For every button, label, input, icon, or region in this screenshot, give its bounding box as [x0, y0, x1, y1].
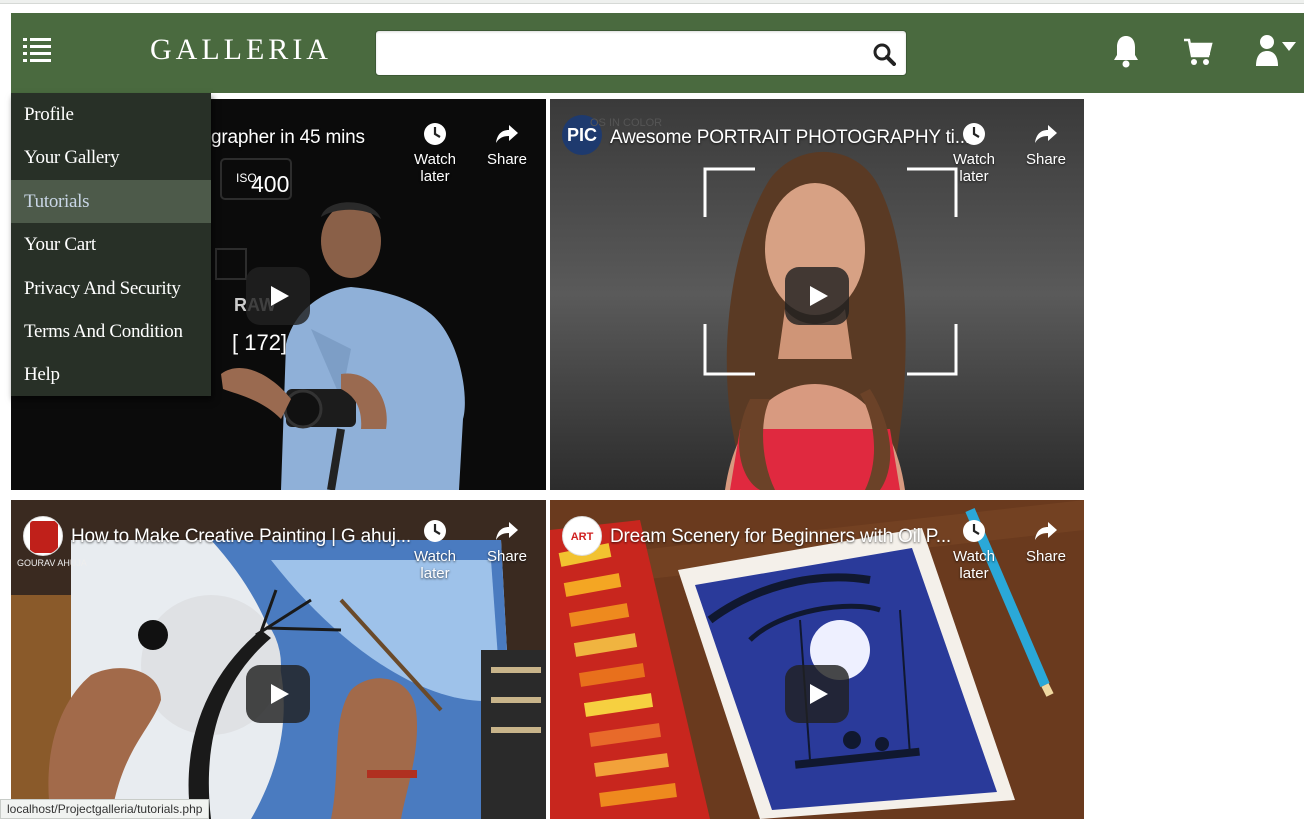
play-button[interactable] [246, 665, 310, 723]
share-button[interactable]: Share [1011, 121, 1081, 168]
play-button[interactable] [785, 665, 849, 723]
share-label: Share [1025, 548, 1067, 565]
menu-item-tutorials[interactable]: Tutorials [11, 179, 211, 224]
share-icon [496, 125, 518, 143]
user-icon[interactable] [1255, 33, 1281, 69]
clock-icon [424, 520, 446, 542]
watch-later-button[interactable]: Watch later [939, 518, 1009, 582]
channel-logo-icon [30, 521, 58, 553]
brand-logo[interactable]: GALLERIA [150, 33, 332, 67]
iso-value: 400 [251, 171, 290, 197]
video-title[interactable]: How to Make Creative Painting | G ahuj..… [71, 526, 411, 548]
share-label: Share [1025, 151, 1067, 168]
search-bar [375, 30, 907, 76]
browser-top-border [0, 0, 1304, 4]
share-button[interactable]: Share [472, 518, 542, 565]
share-label: Share [486, 548, 528, 565]
cart-icon[interactable] [1183, 37, 1213, 67]
watch-later-label: Watch later [414, 548, 456, 582]
menu-item-your-gallery[interactable]: Your Gallery [11, 136, 211, 179]
watch-later-label: Watch later [414, 151, 456, 185]
channel-avatar[interactable] [23, 516, 63, 556]
video-card[interactable]: GOURAV AHUJA How to Make Creative Painti… [11, 500, 546, 819]
profile-dropdown-menu: Profile Your Gallery Tutorials Your Cart… [11, 93, 211, 396]
share-icon [1035, 125, 1057, 143]
watch-later-button[interactable]: Watch later [400, 518, 470, 582]
menu-item-profile[interactable]: Profile [11, 93, 211, 136]
play-button[interactable] [785, 267, 849, 325]
share-icon [496, 522, 518, 540]
video-card[interactable]: PIC OS IN COLOR Awesome PORTRAIT PHOTOGR… [550, 99, 1084, 490]
video-card[interactable]: ART Dream Scenery for Beginners with Oil… [550, 500, 1084, 819]
video-title[interactable]: grapher in 45 mins [211, 127, 365, 149]
menu-icon[interactable] [23, 36, 53, 64]
clock-icon [963, 123, 985, 145]
menu-item-your-cart[interactable]: Your Cart [11, 223, 211, 266]
video-title[interactable]: Dream Scenery for Beginners with Oil P..… [610, 526, 951, 548]
watch-later-button[interactable]: Watch later [400, 121, 470, 185]
shot-count: [ 172] [232, 330, 288, 355]
navbar: GALLERIA [11, 13, 1304, 93]
bell-icon[interactable] [1112, 33, 1140, 69]
clock-icon [424, 123, 446, 145]
watch-later-label: Watch later [953, 151, 995, 185]
channel-subtext: GOURAV AHUJA [17, 558, 87, 568]
share-button[interactable]: Share [1011, 518, 1081, 565]
search-input[interactable] [386, 39, 856, 69]
video-title[interactable]: Awesome PORTRAIT PHOTOGRAPHY ti... [610, 127, 970, 149]
share-button[interactable]: Share [472, 121, 542, 168]
watch-later-label: Watch later [953, 548, 995, 582]
menu-item-privacy-and-security[interactable]: Privacy And Security [11, 267, 211, 310]
menu-item-terms-and-condition[interactable]: Terms And Condition [11, 310, 211, 353]
play-button[interactable] [246, 267, 310, 325]
browser-status-url: localhost/Projectgalleria/tutorials.php [0, 799, 210, 819]
search-icon[interactable] [872, 42, 896, 66]
share-label: Share [486, 151, 528, 168]
caret-down-icon[interactable] [1281, 41, 1297, 53]
channel-logo-text: ART [570, 531, 594, 543]
clock-icon [963, 520, 985, 542]
share-icon [1035, 522, 1057, 540]
watch-later-button[interactable]: Watch later [939, 121, 1009, 185]
channel-avatar[interactable]: ART [562, 516, 602, 556]
menu-item-help[interactable]: Help [11, 353, 211, 396]
